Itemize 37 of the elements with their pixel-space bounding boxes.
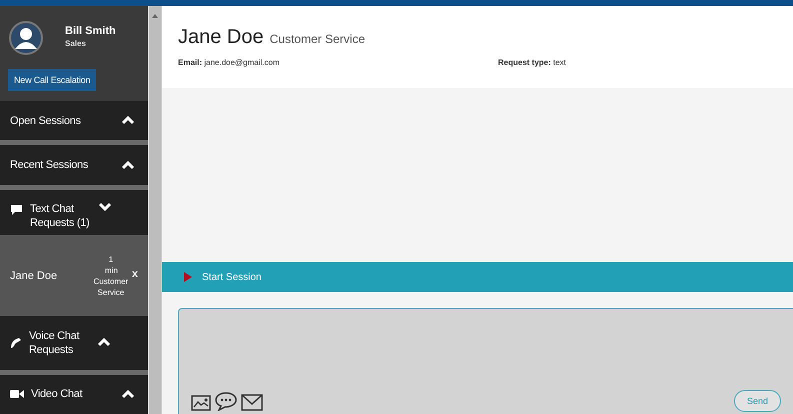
- chevron-up-icon: [122, 160, 134, 170]
- section-header[interactable]: Recent Sessions: [0, 145, 148, 185]
- chevron-up-icon: [122, 116, 134, 126]
- close-button[interactable]: x: [130, 268, 138, 280]
- section-header[interactable]: Voice Chat Requests: [0, 316, 148, 370]
- user-department: Sales: [65, 39, 87, 48]
- section-header[interactable]: Video Chat: [0, 374, 148, 414]
- image-icon[interactable]: [191, 395, 211, 411]
- section-title: Recent Sessions: [10, 158, 90, 172]
- requester-name: Jane Doe: [10, 270, 58, 282]
- section-title: Voice Chat Requests: [29, 328, 80, 357]
- chat-bubble-icon: [10, 204, 23, 216]
- envelope-icon[interactable]: [241, 394, 263, 411]
- section-title: Open Sessions: [10, 114, 82, 128]
- start-session-label: Start Session: [202, 272, 262, 282]
- avatar-icon: [9, 21, 43, 55]
- customer-queue: Customer Service: [270, 32, 365, 46]
- email-text: Email: jane.doe@gmail.com: [178, 58, 281, 67]
- video-camera-icon: [10, 389, 24, 400]
- request-type-text: Request type: text: [498, 58, 566, 67]
- customer-name: Jane Doe: [178, 26, 264, 49]
- section-title: Text Chat Requests (1): [30, 202, 90, 230]
- section-header[interactable]: Open Sessions: [0, 100, 148, 140]
- section-title: Video Chat: [31, 387, 84, 402]
- section-header[interactable]: Text Chat Requests (1): [0, 190, 148, 236]
- new-call-escalation-button[interactable]: New Call Escalation: [8, 69, 96, 91]
- chevron-up-icon: [98, 338, 110, 348]
- chevron-up-icon: [122, 390, 134, 399]
- wait-time: 1 min: [104, 254, 117, 276]
- request-queue: Customer Service: [92, 276, 130, 298]
- scrollbar[interactable]: [148, 6, 161, 414]
- speech-bubble-icon[interactable]: [215, 392, 237, 411]
- chevron-down-icon: [99, 202, 111, 211]
- scroll-up-icon[interactable]: [152, 14, 158, 18]
- phone-icon: [10, 336, 22, 349]
- user-name: Bill Smith: [65, 25, 116, 37]
- play-icon: [184, 272, 192, 282]
